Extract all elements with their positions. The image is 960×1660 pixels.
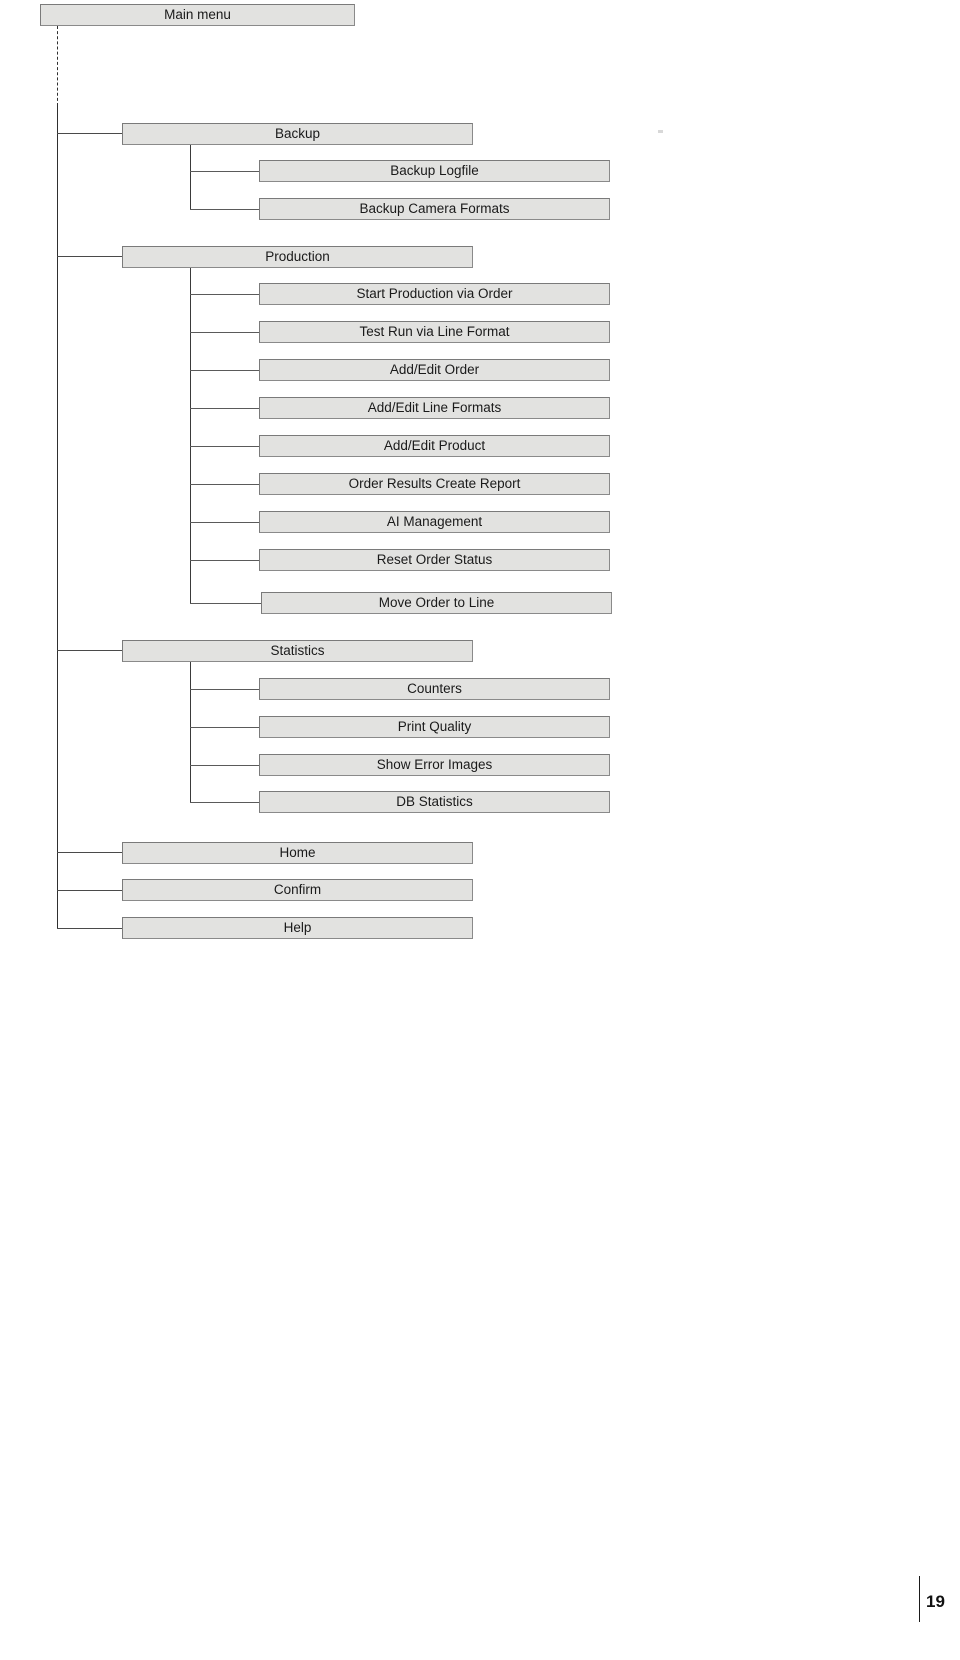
branch-line-add-edit-product [190,446,259,447]
node-add-edit-line-formats[interactable]: Add/Edit Line Formats [259,397,610,419]
node-reset-order-status[interactable]: Reset Order Status [259,549,610,571]
branch-line-confirm [57,890,122,891]
branch-line-order-results-create-report [190,484,259,485]
branch-line-show-error-images [190,765,259,766]
spine-statistics-children [190,662,191,802]
diagram-page: Main menu Backup Backup Logfile Backup C… [0,0,960,1660]
node-home[interactable]: Home [122,842,473,864]
trunk-main-connector [57,104,58,928]
spine-production-children [190,268,191,603]
branch-line-backup-logfile [190,171,259,172]
branch-line-start-production-via-order [190,294,259,295]
node-move-order-to-line[interactable]: Move Order to Line [261,592,612,614]
branch-line-ai-management [190,522,259,523]
node-confirm[interactable]: Confirm [122,879,473,901]
branch-line-add-edit-line-formats [190,408,259,409]
node-add-edit-order[interactable]: Add/Edit Order [259,359,610,381]
branch-line-test-run-via-line-format [190,332,259,333]
node-ai-management[interactable]: AI Management [259,511,610,533]
footer-divider [919,1576,920,1622]
trunk-dashed-connector [57,26,58,106]
spine-backup-children [190,145,191,209]
branch-line-production [57,256,122,257]
branch-line-counters [190,689,259,690]
branch-line-home [57,852,122,853]
branch-line-db-statistics [190,802,259,803]
node-backup-camera-formats[interactable]: Backup Camera Formats [259,198,610,220]
node-statistics[interactable]: Statistics [122,640,473,662]
node-show-error-images[interactable]: Show Error Images [259,754,610,776]
node-help[interactable]: Help [122,917,473,939]
branch-line-backup [57,133,122,134]
node-test-run-via-line-format[interactable]: Test Run via Line Format [259,321,610,343]
node-db-statistics[interactable]: DB Statistics [259,791,610,813]
scan-artifact [658,130,663,133]
branch-line-add-edit-order [190,370,259,371]
node-backup[interactable]: Backup [122,123,473,145]
branch-line-help [57,928,122,929]
node-counters[interactable]: Counters [259,678,610,700]
node-add-edit-product[interactable]: Add/Edit Product [259,435,610,457]
branch-line-print-quality [190,727,259,728]
branch-line-reset-order-status [190,560,259,561]
node-start-production-via-order[interactable]: Start Production via Order [259,283,610,305]
node-print-quality[interactable]: Print Quality [259,716,610,738]
page-number: 19 [926,1592,945,1611]
branch-line-move-order-to-line [190,603,261,604]
node-main-menu[interactable]: Main menu [40,4,355,26]
branch-line-statistics [57,650,122,651]
branch-line-backup-camera-formats [190,209,259,210]
node-backup-logfile[interactable]: Backup Logfile [259,160,610,182]
node-production[interactable]: Production [122,246,473,268]
node-order-results-create-report[interactable]: Order Results Create Report [259,473,610,495]
